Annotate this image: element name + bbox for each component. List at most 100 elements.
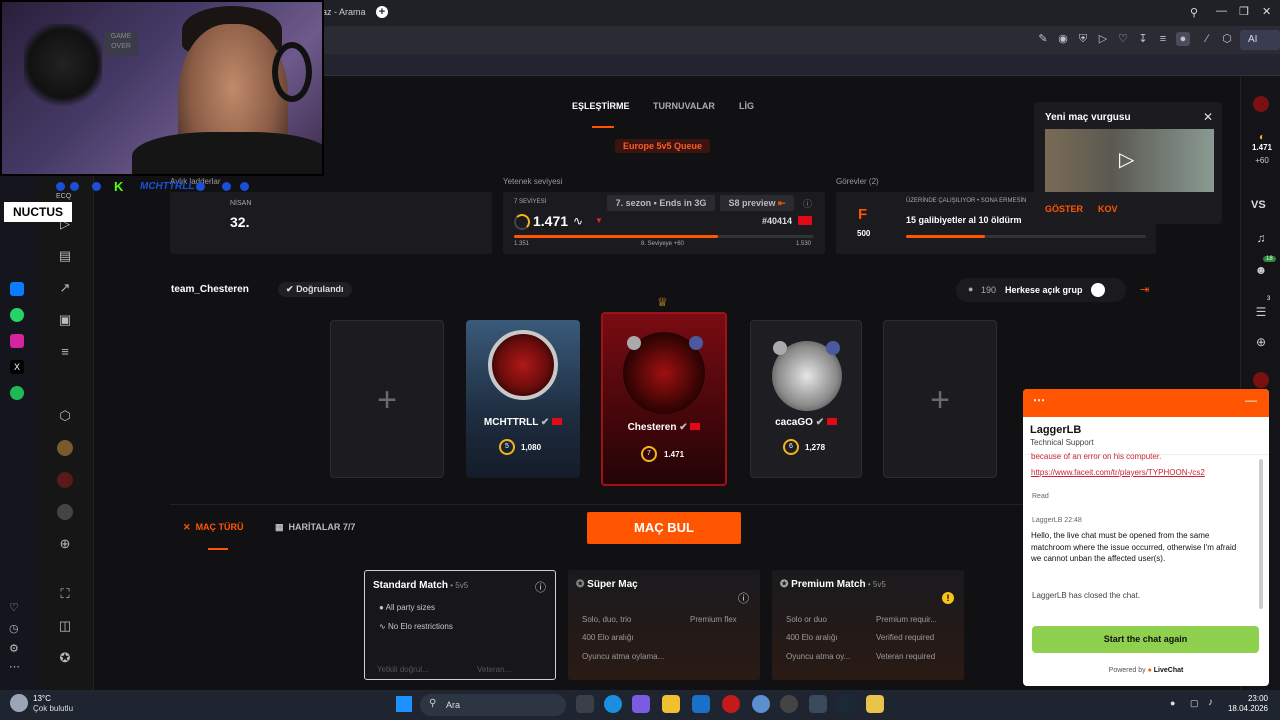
copilot-icon[interactable] xyxy=(632,695,650,713)
info-icon[interactable]: ⓘ xyxy=(738,590,749,606)
mode-card-standard[interactable]: Standard Match • 5v5 ⓘ ● All party sizes… xyxy=(364,570,556,680)
close-window-icon[interactable]: ✕ xyxy=(1262,5,1271,18)
s8-preview-badge[interactable]: S8 preview ⇤ xyxy=(720,195,794,211)
shield-icon[interactable]: ⛨ xyxy=(1076,32,1090,46)
tab-title[interactable]: az - Arama xyxy=(322,7,366,17)
windows-start-icon[interactable] xyxy=(396,696,412,712)
messenger-icon[interactable] xyxy=(10,282,24,296)
leader-player-card[interactable]: Chesteren ✔ 7 1.471 xyxy=(601,312,727,486)
instagram-icon[interactable] xyxy=(10,334,24,348)
dismiss-button[interactable]: KOV xyxy=(1098,204,1118,214)
user-avatar-icon[interactable] xyxy=(1253,96,1269,112)
team-avatar-icon[interactable] xyxy=(1253,372,1269,388)
close-icon[interactable]: ✕ xyxy=(1203,110,1213,124)
edit-icon[interactable]: ✎ xyxy=(1036,32,1050,46)
empty-slot-left[interactable]: + xyxy=(330,320,444,478)
team-avatar-icon[interactable] xyxy=(57,472,73,488)
clock-date[interactable]: 18.04.2026 xyxy=(1226,704,1268,713)
tab-match-type[interactable]: ✕ MAÇ TÜRÜ xyxy=(183,522,244,533)
download-icon[interactable]: ↧ xyxy=(1136,32,1150,46)
app-icon[interactable] xyxy=(809,695,827,713)
outlook-icon[interactable] xyxy=(692,695,710,713)
highlight-thumbnail[interactable]: ▷ xyxy=(1045,129,1214,192)
list-icon[interactable]: ≡ xyxy=(57,344,73,360)
bell-icon[interactable]: ♫ xyxy=(1253,230,1269,246)
taskview-icon[interactable] xyxy=(576,695,594,713)
season-badge[interactable]: 7. sezon • Ends in 3G xyxy=(607,195,715,211)
player-card[interactable]: cacaGO ✔ 6 1,278 xyxy=(750,320,862,478)
clock-time[interactable]: 23:00 xyxy=(1236,694,1268,703)
discord-icon[interactable] xyxy=(780,695,798,713)
add-icon[interactable]: ⊕ xyxy=(1253,334,1269,350)
profile-icon[interactable]: ● xyxy=(1176,32,1190,46)
cube-icon[interactable]: ⬡ xyxy=(1220,32,1234,46)
tab-maps[interactable]: ▦ HARİTALAR 7/7 xyxy=(275,522,355,533)
shop-icon[interactable]: ◫ xyxy=(57,618,73,634)
mode-card-super[interactable]: ✪ Süper Maç ⓘ Solo, duo, trio Premium fl… xyxy=(568,570,760,680)
ai-button[interactable]: AI xyxy=(1240,30,1280,50)
heart-icon[interactable]: ♡ xyxy=(1116,32,1130,46)
find-match-button[interactable]: MAÇ BUL xyxy=(587,512,741,544)
premium-icon[interactable]: ✪ xyxy=(57,650,73,666)
warning-icon[interactable]: ! xyxy=(942,592,954,604)
add-icon[interactable]: ⊕ xyxy=(57,536,73,552)
queue-badge[interactable]: Europe 5v5 Queue xyxy=(615,139,711,153)
dropdown-icon[interactable]: ▼ xyxy=(595,216,603,225)
play-icon[interactable]: ▷ xyxy=(1119,147,1134,172)
friends-icon[interactable]: ☻ xyxy=(1253,262,1269,278)
info-icon[interactable]: ⓘ xyxy=(803,197,812,210)
menu-icon[interactable]: ≡ xyxy=(1156,32,1170,46)
versus-button[interactable]: VS xyxy=(1251,199,1266,211)
clan-icon[interactable]: ⬡ xyxy=(57,408,73,424)
skill-card[interactable]: 7 SEVİYESİ 7. sezon • Ends in 3G S8 prev… xyxy=(503,192,825,254)
pen-icon[interactable]: ∕ xyxy=(1200,32,1214,46)
opera-icon[interactable] xyxy=(722,695,740,713)
stats-icon[interactable]: ↗ xyxy=(57,280,73,296)
mic-icon[interactable]: ● xyxy=(1170,698,1175,708)
explorer-icon[interactable] xyxy=(662,695,680,713)
weather-icon[interactable] xyxy=(10,694,28,712)
network-icon[interactable]: ▢ xyxy=(1190,698,1199,709)
toggle-knob[interactable] xyxy=(1091,283,1105,297)
gear-icon[interactable]: ⚙ xyxy=(9,642,19,655)
empty-slot-right[interactable]: + xyxy=(883,320,997,478)
new-tab-button[interactable]: + xyxy=(376,6,388,18)
whatsapp-icon[interactable] xyxy=(10,308,24,322)
video-icon[interactable]: ▣ xyxy=(57,312,73,328)
leave-party-icon[interactable]: ⇥ xyxy=(1140,283,1149,296)
edge-icon[interactable] xyxy=(604,695,622,713)
x-icon[interactable]: X xyxy=(10,360,24,374)
chat-scrollbar[interactable] xyxy=(1259,459,1263,609)
elo-widget[interactable]: ◐ 1.471 +60 xyxy=(1245,132,1279,165)
play-icon[interactable]: ▷ xyxy=(1096,32,1110,46)
heart-icon[interactable]: ♡ xyxy=(9,601,19,614)
restart-chat-button[interactable]: Start the chat again xyxy=(1032,626,1259,653)
tab-league[interactable]: LİG xyxy=(739,101,754,111)
user-avatar-icon[interactable] xyxy=(57,504,73,520)
more-icon[interactable]: ⋯ xyxy=(9,660,20,673)
player-link[interactable]: https://www.faceit.com/tr/players/TYPHOO… xyxy=(1031,467,1227,478)
ladder-card[interactable]: NİSAN 32. xyxy=(170,192,492,254)
restore-icon[interactable]: ❐ xyxy=(1239,5,1249,18)
player-card[interactable]: MCHTTRLL ✔ 5 1,080 xyxy=(466,320,580,478)
info-icon[interactable]: ⓘ xyxy=(535,579,546,595)
app-icon[interactable] xyxy=(866,695,884,713)
camera-icon[interactable]: ◉ xyxy=(1056,32,1070,46)
mode-card-premium[interactable]: ✪ Premium Match • 5v5 ! Solo or duo Prem… xyxy=(772,570,964,680)
party-icon[interactable]: ☰ xyxy=(1253,304,1269,320)
show-button[interactable]: GÖSTER xyxy=(1045,204,1083,214)
tab-matchmaking[interactable]: EŞLEŞTİRME xyxy=(572,101,630,111)
minimize-icon[interactable]: — xyxy=(1245,393,1257,407)
tab-tournaments[interactable]: TURNUVALAR xyxy=(653,101,715,111)
clock-icon[interactable]: ◷ xyxy=(9,622,19,635)
spotify-icon[interactable] xyxy=(10,386,24,400)
expand-icon[interactable]: ⛶ xyxy=(57,586,73,602)
search-icon[interactable]: ⚲ xyxy=(1190,6,1198,19)
more-icon[interactable]: ⋯ xyxy=(1033,393,1045,407)
minimize-icon[interactable]: — xyxy=(1216,5,1227,17)
taskbar-search[interactable]: ⚲ Ara xyxy=(420,694,566,716)
server-avatar-icon[interactable] xyxy=(57,440,73,456)
leaderboard-icon[interactable]: ▤ xyxy=(57,248,73,264)
app-icon[interactable] xyxy=(752,695,770,713)
open-group-toggle-bar[interactable]: ● 190 Herkese açık grup xyxy=(956,278,1126,302)
